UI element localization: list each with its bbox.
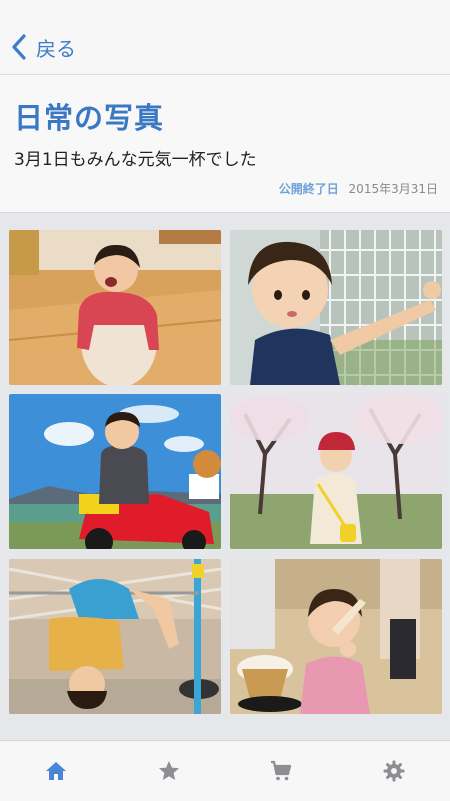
photo-image: [9, 394, 221, 549]
photo-image: [230, 559, 442, 714]
photo-thumbnail[interactable]: [230, 394, 442, 549]
photo-image: [230, 394, 442, 549]
photo-image: [230, 230, 442, 385]
photo-thumbnail[interactable]: [9, 394, 221, 549]
album-title: 日常の写真: [14, 101, 165, 135]
album-description: 3月1日もみんな元気一杯でした: [14, 150, 257, 170]
back-label: 戻る: [36, 36, 76, 61]
home-icon: [46, 762, 67, 780]
expiry-label: 公開終了日: [278, 182, 339, 196]
navigation-bar: 戻る: [0, 0, 450, 75]
tab-favorites[interactable]: [144, 746, 194, 796]
tab-settings[interactable]: [369, 746, 419, 796]
photo-thumbnail[interactable]: [9, 559, 221, 714]
tab-home[interactable]: [31, 746, 81, 796]
album-header: 日常の写真 3月1日もみんな元気一杯でした 公開終了日 2015年3月31日: [0, 75, 450, 213]
gear-icon: [383, 760, 405, 782]
chevron-left-icon: [12, 34, 26, 60]
tab-cart[interactable]: [256, 746, 306, 796]
photo-thumbnail[interactable]: [9, 230, 221, 385]
back-button[interactable]: 戻る: [10, 30, 76, 64]
photo-image: [9, 230, 221, 385]
photo-grid: [0, 213, 450, 740]
photo-image: [9, 559, 221, 714]
tab-bar: [0, 740, 450, 801]
expiry-date: 2015年3月31日: [348, 182, 438, 196]
expiry-info: 公開終了日 2015年3月31日: [279, 180, 438, 197]
photo-thumbnail[interactable]: [230, 230, 442, 385]
star-icon: [158, 761, 179, 780]
photo-thumbnail[interactable]: [230, 559, 442, 714]
cart-icon: [271, 760, 292, 781]
